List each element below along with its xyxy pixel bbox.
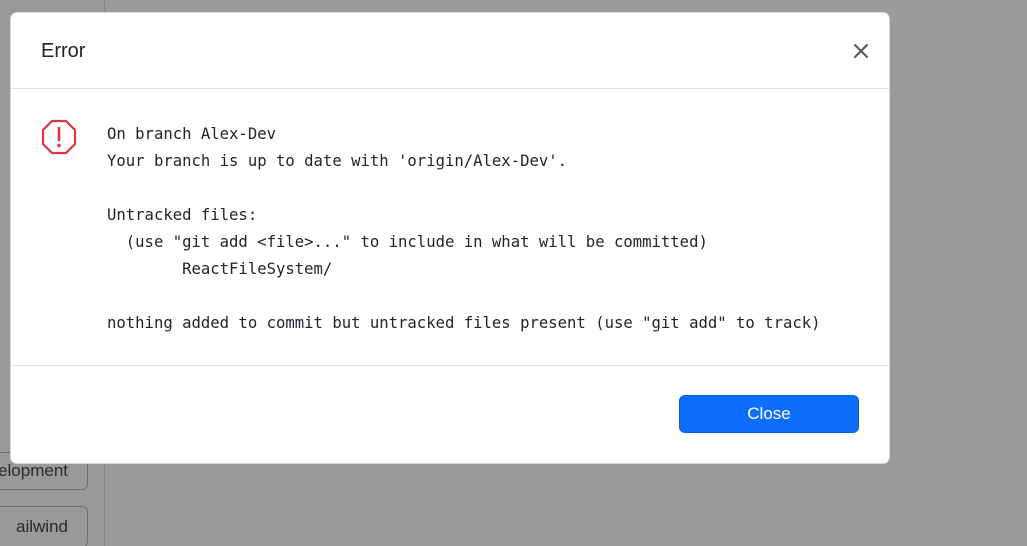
output-line: Your branch is up to date with 'origin/A… [107,152,568,170]
output-line: On branch Alex-Dev [107,125,276,143]
git-status-output: On branch Alex-Dev Your branch is up to … [107,121,821,337]
error-dialog: Error On branch Alex-Dev Your branch is … [10,12,890,464]
output-line: ReactFileSystem/ [107,260,333,278]
octagon-exclamation-icon [41,119,77,155]
output-line: Untracked files: [107,206,258,224]
output-line: nothing added to commit but untracked fi… [107,314,821,332]
dialog-header: Error [11,13,889,89]
dialog-footer: Close [11,366,889,463]
dialog-body: On branch Alex-Dev Your branch is up to … [11,89,889,366]
close-icon-glyph [854,44,868,58]
sidebar-pill-tailwind: ailwind [0,506,88,546]
close-button[interactable]: Close [679,395,859,433]
close-icon[interactable] [847,37,875,65]
output-line: (use "git add <file>..." to include in w… [107,233,708,251]
dialog-title: Error [41,40,86,62]
